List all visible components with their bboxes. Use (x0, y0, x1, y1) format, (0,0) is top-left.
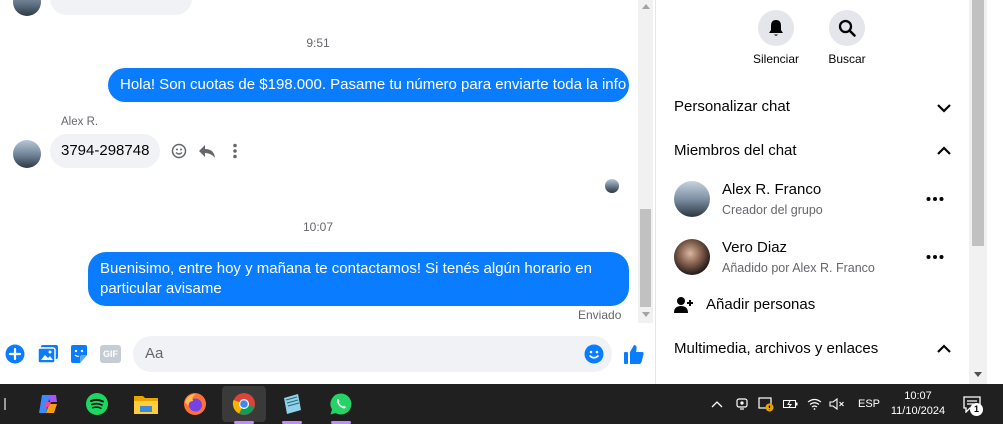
sidebar-scrollbar[interactable] (969, 0, 987, 384)
chat-members-row[interactable]: Miembros del chat (656, 134, 969, 166)
search-label: Buscar (828, 52, 866, 66)
message-text-line: particular avisame (100, 280, 222, 297)
scroll-down-arrow[interactable] (642, 312, 650, 317)
reply-icon[interactable] (197, 142, 217, 160)
member-options-icon[interactable] (924, 189, 946, 209)
whatsapp-app-icon[interactable] (323, 388, 359, 420)
scroll-down-arrow[interactable] (974, 372, 982, 377)
window-edge (987, 0, 1003, 384)
member-options-icon[interactable] (924, 247, 946, 267)
taskbar-edge (4, 398, 6, 410)
avatar (674, 239, 710, 275)
like-icon[interactable] (622, 342, 646, 366)
member-role: Creador del grupo (722, 203, 823, 217)
notifications-icon[interactable]: 1 (958, 392, 986, 416)
clock[interactable]: 10:07 11/10/2024 (884, 388, 952, 422)
add-people-label: Añadir personas (706, 296, 816, 313)
avatar[interactable] (13, 140, 41, 168)
avatar (674, 181, 710, 217)
notification-badge: 1 (970, 403, 983, 416)
input-language[interactable]: ESP (858, 398, 880, 410)
search-icon (838, 19, 856, 37)
security-alert-icon[interactable] (757, 395, 775, 413)
message-text-line: Buenisimo, entre hoy y mañana te contact… (100, 260, 592, 277)
scroll-up-arrow[interactable] (642, 4, 650, 9)
photo-icon[interactable] (37, 344, 59, 364)
notes-app-icon[interactable] (274, 388, 310, 420)
gif-icon[interactable]: GIF (100, 345, 121, 363)
chevron-up-icon (937, 146, 951, 155)
chat-scrollbar[interactable] (638, 0, 653, 323)
emoji-icon[interactable] (583, 344, 605, 364)
member-name: Vero Diaz (722, 239, 788, 256)
message-text: Hola! Son cuotas de $198.000. Pasame tu … (120, 76, 627, 93)
timestamp: 9:51 (306, 36, 330, 50)
copilot-app-icon[interactable] (30, 388, 66, 420)
show-hidden-icons-icon[interactable] (708, 396, 726, 412)
customize-chat-row[interactable]: Personalizar chat (656, 90, 969, 122)
sender-name: Alex R. (61, 116, 99, 128)
section-title: Multimedia, archivos y enlaces (674, 340, 879, 357)
chevron-down-icon (937, 104, 951, 113)
member-item[interactable]: Vero Diaz Añadido por Alex R. Franco (656, 234, 969, 280)
chevron-up-icon (937, 344, 951, 353)
webcam-icon[interactable] (734, 396, 750, 412)
gif-label: GIF (103, 349, 118, 359)
member-role: Añadido por Alex R. Franco (722, 261, 875, 275)
spotify-app-icon[interactable] (79, 388, 115, 420)
chat-info-sidebar: Silenciar Buscar Personalizar chat Miemb… (656, 0, 969, 384)
volume-muted-icon[interactable] (828, 396, 846, 412)
react-icon[interactable] (170, 142, 188, 160)
message-status: Enviado (578, 308, 622, 322)
mute-button[interactable] (758, 10, 794, 46)
add-people-row[interactable]: Añadir personas (656, 290, 969, 320)
mute-label: Silenciar (752, 52, 800, 66)
file-explorer-app-icon[interactable] (128, 388, 164, 420)
read-receipt-avatar (605, 179, 619, 193)
more-actions-icon[interactable] (5, 344, 25, 364)
more-options-icon[interactable] (226, 142, 244, 160)
sticker-icon[interactable] (68, 344, 90, 364)
section-title: Miembros del chat (674, 142, 797, 159)
firefox-app-icon[interactable] (177, 388, 213, 420)
message-outgoing[interactable]: Buenisimo, entre hoy y mañana te contact… (88, 252, 629, 306)
wifi-icon[interactable] (806, 396, 822, 412)
message-input-placeholder: Aa (145, 345, 164, 362)
sidebar-scrollbar-thumb[interactable] (972, 0, 984, 246)
clock-time: 10:07 (904, 390, 932, 402)
member-item[interactable]: Alex R. Franco Creador del grupo (656, 176, 969, 222)
message-bubble-partial[interactable] (50, 0, 192, 15)
add-person-icon (673, 295, 695, 315)
chrome-app-icon[interactable] (222, 386, 266, 422)
chat-scrollbar-thumb[interactable] (640, 209, 651, 307)
chat-pane: 9:51 Hola! Son cuotas de $198.000. Pasam… (0, 0, 656, 384)
battery-icon[interactable] (782, 396, 798, 412)
media-files-row[interactable]: Multimedia, archivos y enlaces (656, 332, 969, 364)
taskbar: ESP 10:07 11/10/2024 1 (0, 384, 1003, 424)
message-incoming[interactable]: 3794-298748 (50, 134, 160, 168)
member-name: Alex R. Franco (722, 181, 822, 198)
bell-icon (769, 20, 783, 36)
message-outgoing[interactable]: Hola! Son cuotas de $198.000. Pasame tu … (108, 68, 629, 102)
message-text: 3794-298748 (61, 142, 150, 159)
timestamp: 10:07 (302, 220, 334, 234)
message-input[interactable]: Aa (133, 336, 612, 372)
clock-date: 11/10/2024 (890, 405, 946, 417)
search-button[interactable] (829, 10, 865, 46)
section-title: Personalizar chat (674, 98, 790, 115)
avatar (13, 0, 41, 16)
